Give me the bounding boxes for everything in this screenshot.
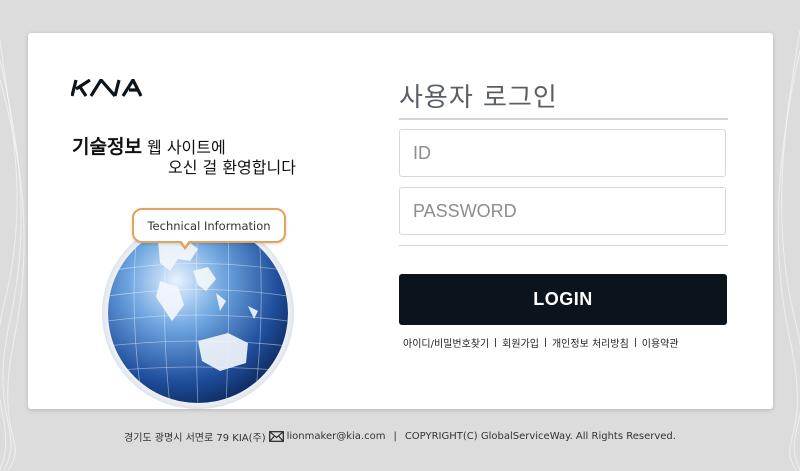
- kia-logo: [71, 79, 143, 97]
- footer: 경기도 광명시 서면로 79 KIA(주) lionmaker@kia.com …: [0, 429, 800, 444]
- find-id-password-link[interactable]: 아이디/비밀번호찾기: [403, 335, 489, 350]
- privacy-policy-link[interactable]: 개인정보 처리방침: [552, 335, 629, 350]
- link-separator: [544, 338, 546, 347]
- login-button[interactable]: LOGIN: [399, 274, 727, 325]
- footer-copyright: COPYRIGHT(C) GlobalServiceWay. All Right…: [404, 431, 676, 442]
- signup-link[interactable]: 회원가입: [502, 335, 539, 350]
- welcome-message: 기술정보 웹 사이트에 오신 걸 환영합니다: [72, 132, 296, 177]
- footer-separator: |: [393, 431, 397, 442]
- password-input[interactable]: [399, 187, 726, 235]
- welcome-line2: 오신 걸 환영합니다: [168, 158, 296, 177]
- title-divider: [399, 118, 728, 120]
- mail-icon: [268, 431, 284, 442]
- login-title: 사용자 로그인: [399, 83, 558, 113]
- id-input[interactable]: [399, 129, 726, 177]
- footer-email-link[interactable]: lionmaker@kia.com: [287, 431, 386, 442]
- form-divider: [399, 245, 728, 246]
- account-links: 아이디/비밀번호찾기 회원가입 개인정보 처리방침 이용약관: [403, 335, 679, 350]
- terms-link[interactable]: 이용약관: [642, 335, 679, 350]
- technical-information-bubble: Technical Information: [132, 208, 286, 243]
- welcome-strong: 기술정보: [72, 136, 142, 158]
- footer-address: 경기도 광명시 서면로 79 KIA(주): [124, 433, 266, 444]
- bubble-tail: [178, 239, 192, 250]
- login-card: 기술정보 웹 사이트에 오신 걸 환영합니다 Technical Informa…: [28, 33, 773, 409]
- link-separator: [495, 338, 497, 347]
- link-separator: [634, 338, 636, 347]
